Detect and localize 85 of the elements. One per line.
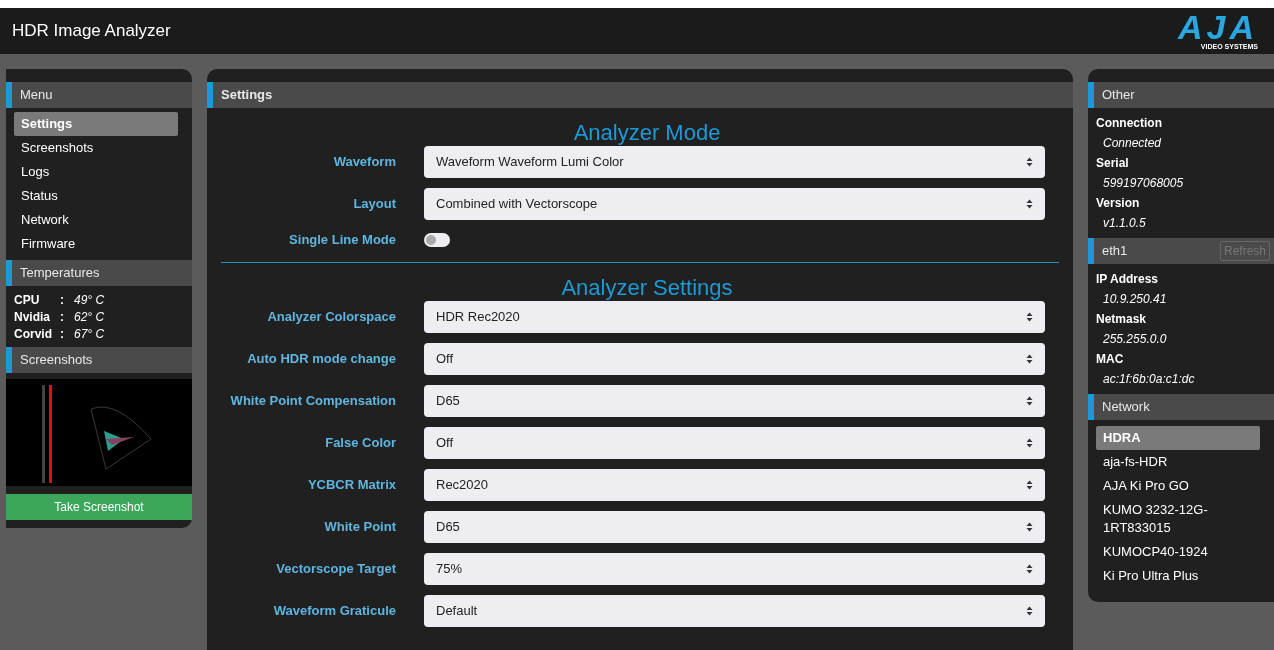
panel-title: Temperatures bbox=[20, 264, 101, 283]
info-value: 255.255.0.0 bbox=[1102, 331, 1168, 348]
select-arrows-icon bbox=[1026, 157, 1033, 167]
field-label: Waveform bbox=[332, 153, 396, 172]
select-arrows-icon bbox=[1026, 395, 1033, 406]
select-arrows-icon bbox=[1026, 521, 1033, 532]
info-value: Connected bbox=[1102, 135, 1163, 152]
menu-item[interactable]: Screenshots bbox=[14, 136, 178, 160]
menu-item[interactable]: Logs bbox=[14, 160, 178, 184]
network-device[interactable]: AJA Ki Pro GO bbox=[1096, 474, 1260, 498]
sensor-name: Corvid bbox=[14, 325, 53, 343]
select-field[interactable]: Rec2020 bbox=[424, 468, 1045, 501]
field-label: White Point bbox=[323, 517, 396, 536]
separator: : bbox=[60, 308, 65, 326]
select-value: D65 bbox=[436, 517, 460, 536]
temperature-value: 67° C bbox=[74, 325, 105, 343]
info-label: IP Address bbox=[1096, 271, 1160, 288]
separator: : bbox=[60, 291, 65, 309]
network-device[interactable]: KUMOCP40-1924 bbox=[1096, 540, 1260, 564]
select-value: HDR Rec2020 bbox=[436, 307, 520, 326]
select-arrows-icon bbox=[1026, 437, 1033, 448]
field-label: White Point Compensation bbox=[229, 391, 396, 410]
temperature-value: 62° C bbox=[74, 308, 105, 326]
section-heading: Analyzer Mode bbox=[572, 119, 722, 146]
info-value: 599197068005 bbox=[1102, 175, 1185, 192]
toggle-switch[interactable] bbox=[424, 232, 450, 247]
select-field[interactable]: D65 bbox=[424, 384, 1045, 417]
field-label: Layout bbox=[352, 195, 396, 214]
info-value: v1.1.0.5 bbox=[1102, 215, 1147, 232]
select-arrows-icon bbox=[1026, 353, 1033, 364]
select-value: Off bbox=[436, 433, 454, 452]
panel-title: Network bbox=[1102, 398, 1151, 417]
info-value: ac:1f:6b:0a:c1:dc bbox=[1102, 371, 1196, 388]
separator: : bbox=[60, 325, 65, 343]
menu-item[interactable]: Firmware bbox=[14, 232, 178, 256]
info-label: Serial bbox=[1096, 155, 1130, 172]
select-field[interactable]: D65 bbox=[424, 510, 1045, 543]
menu-item[interactable]: Status bbox=[14, 184, 178, 208]
select-field[interactable]: Default bbox=[424, 594, 1045, 627]
menu-item[interactable]: Settings bbox=[14, 112, 178, 136]
info-label: Connection bbox=[1096, 115, 1163, 132]
field-label: Waveform Graticule bbox=[272, 601, 396, 620]
field-label: Analyzer Colorspace bbox=[266, 307, 396, 326]
select-field[interactable]: HDR Rec2020 bbox=[424, 300, 1045, 333]
select-value: Off bbox=[436, 349, 454, 368]
info-label: Version bbox=[1096, 195, 1141, 212]
select-field[interactable]: 75% bbox=[424, 552, 1045, 585]
panel-title: Other bbox=[1102, 86, 1136, 105]
select-value: Combined with Vectorscope bbox=[436, 195, 598, 214]
panel-title: Screenshots bbox=[20, 351, 94, 370]
field-label: Single Line Mode bbox=[288, 231, 396, 249]
select-value: D65 bbox=[436, 391, 460, 410]
panel-title: Settings bbox=[221, 86, 274, 105]
panel-title: Menu bbox=[20, 86, 54, 105]
select-value: Waveform Waveform Lumi Color bbox=[436, 153, 624, 172]
info-label: Netmask bbox=[1096, 311, 1148, 328]
temperature-value: 49° C bbox=[74, 291, 105, 309]
select-arrows-icon bbox=[1026, 311, 1033, 322]
select-arrows-icon bbox=[1026, 563, 1033, 574]
menu-item[interactable]: Network bbox=[14, 208, 178, 232]
network-device[interactable]: HDRA bbox=[1096, 426, 1260, 450]
select-value: Default bbox=[436, 601, 478, 620]
select-arrows-icon bbox=[1026, 199, 1033, 209]
info-label: MAC bbox=[1096, 351, 1125, 368]
field-label: Vectorscope Target bbox=[275, 559, 396, 578]
field-label: Auto HDR mode change bbox=[246, 349, 396, 368]
network-device[interactable]: KUMO 3232-12G-1RT833015 bbox=[1096, 498, 1260, 540]
select-field[interactable]: Waveform Waveform Lumi Color bbox=[424, 146, 1045, 178]
section-heading: Analyzer Settings bbox=[560, 273, 734, 301]
select-field[interactable]: Off bbox=[424, 342, 1045, 375]
network-device[interactable]: Ki Pro Ultra Plus bbox=[1096, 564, 1260, 588]
select-field[interactable]: Off bbox=[424, 426, 1045, 459]
sensor-name: CPU bbox=[14, 291, 41, 309]
select-field[interactable]: Combined with Vectorscope bbox=[424, 188, 1045, 220]
select-arrows-icon bbox=[1026, 479, 1033, 490]
network-device[interactable]: aja-fs-HDR bbox=[1096, 450, 1260, 474]
select-value: Rec2020 bbox=[436, 475, 489, 494]
panel-title: eth1 bbox=[1102, 242, 1129, 261]
app-title: HDR Image Analyzer bbox=[12, 20, 171, 43]
field-label: False Color bbox=[324, 433, 396, 452]
select-value: 75% bbox=[436, 559, 463, 578]
field-label: YCBCR Matrix bbox=[306, 475, 396, 494]
info-value: 10.9.250.41 bbox=[1102, 291, 1168, 308]
select-arrows-icon bbox=[1026, 605, 1033, 616]
sensor-name: Nvidia bbox=[14, 308, 51, 326]
